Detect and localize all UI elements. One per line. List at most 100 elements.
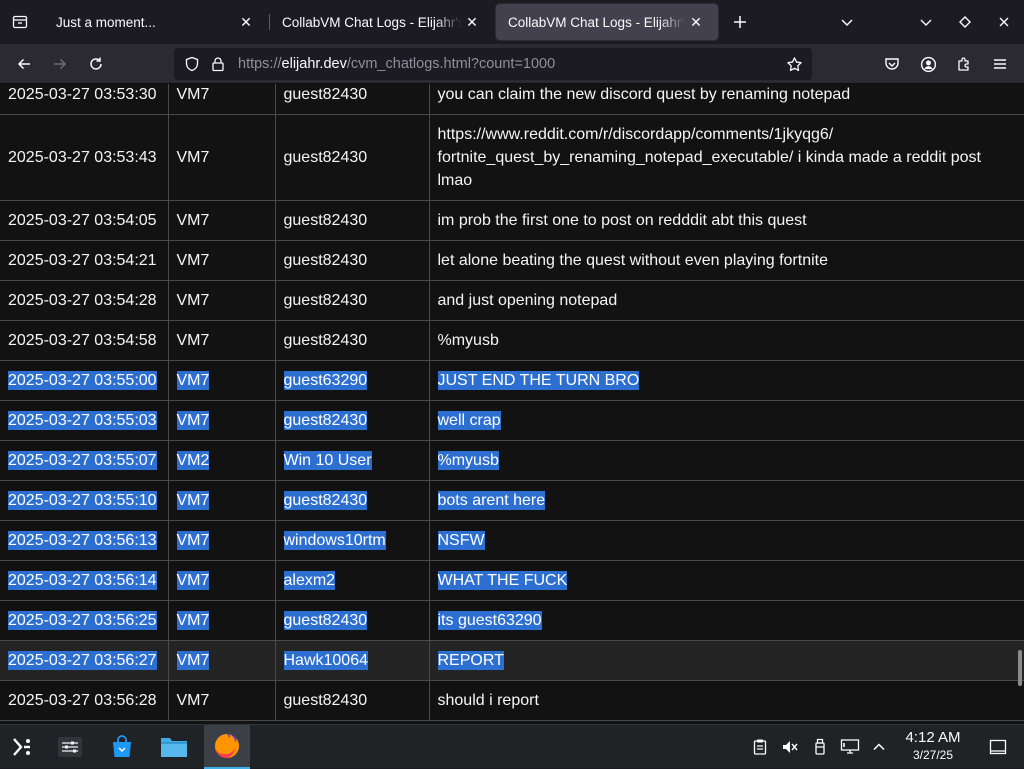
system-settings-task[interactable] [48,725,92,769]
log-timestamp-cell: 2025-03-27 03:56:13 [0,520,169,561]
chevron-up-icon[interactable] [869,737,889,757]
launcher-icon [13,738,30,756]
extensions-button[interactable] [948,48,980,80]
forward-button[interactable] [44,48,76,80]
log-username: guest82430 [283,491,368,510]
back-button[interactable] [8,48,40,80]
pocket-button[interactable] [876,48,908,80]
application-launcher[interactable] [0,725,44,769]
minimize-button[interactable] [908,4,944,40]
log-vm-cell: VM7 [167,360,276,401]
table-row: 2025-03-27 03:54:21 VM7 guest82430 let alon… [0,240,1024,281]
url-host: elijahr.dev [281,56,347,72]
log-vm: VM2 [176,451,210,470]
settings-sliders-icon [58,737,82,757]
arrow-left-icon [17,58,30,70]
table-row: 2025-03-27 03:55:10 VM7 guest82430 bots are… [0,480,1024,521]
log-timestamp: 2025-03-27 03:55:00 [8,371,157,390]
log-message-cell: you can claim the new discord quest by r… [428,84,1024,115]
tab-title: CollabVM Chat Logs - Elijahr's [282,14,462,30]
log-timestamp-cell: 2025-03-27 03:55:00 [0,360,169,401]
show-desktop-icon[interactable] [988,737,1008,757]
account-button[interactable] [912,48,944,80]
table-row: 2025-03-27 03:53:30 VM7 guest82430 you can … [0,84,1024,115]
chevron-down-icon [920,19,932,26]
log-timestamp: 2025-03-27 03:55:07 [8,451,157,470]
shopping-bag-icon [113,735,131,757]
close-icon[interactable]: ✕ [462,12,482,32]
digital-clock[interactable]: 4:12 AM 3/27/25 [896,729,970,763]
log-timestamp-cell: 2025-03-27 03:56:14 [0,560,169,601]
clipboard-icon[interactable] [750,737,770,757]
table-row: 2025-03-27 03:56:13 VM7 windows10rtm NSFW [0,520,1024,561]
log-vm-cell: VM7 [167,84,276,115]
log-message: REPORT [437,651,504,670]
list-all-tabs-button[interactable] [829,4,865,40]
log-vm-cell: VM7 [167,680,276,721]
log-timestamp-cell: 2025-03-27 03:55:07 [0,440,169,481]
log-vm: VM7 [176,371,210,390]
log-message-cell: let alone beating the quest without even… [428,240,1024,281]
close-icon[interactable]: ✕ [686,12,706,32]
scrollbar-thumb[interactable] [1018,650,1022,686]
log-username: guest63290 [283,371,368,390]
log-message-cell: bots arent here [428,480,1024,521]
bookmark-star-icon[interactable] [784,54,804,74]
log-vm: VM7 [176,651,210,670]
log-timestamp: 2025-03-27 03:53:30 [8,86,157,103]
log-message-line: https://www.reddit.com/r/discordapp/comm… [437,126,834,143]
close-icon[interactable]: ✕ [236,12,256,32]
account-icon [920,56,936,72]
log-vm-cell: VM7 [167,280,276,321]
url-text[interactable]: https://elijahr.dev/cvm_chatlogs.html?co… [238,48,555,80]
log-vm-cell: VM7 [167,400,276,441]
tab-collabvm-logs-2-active[interactable]: CollabVM Chat Logs - Elijahr's ✕ [496,4,718,40]
table-row: 2025-03-27 03:55:03 VM7 guest82430 well cra… [0,400,1024,441]
log-username-cell: guest82430 [274,114,430,201]
reload-button[interactable] [80,48,112,80]
log-message-cell: and just opening notepad [428,280,1024,321]
table-row: 2025-03-27 03:54:28 VM7 guest82430 and just… [0,280,1024,321]
log-timestamp: 2025-03-27 03:55:10 [8,491,157,510]
volume-muted-icon[interactable] [780,737,800,757]
arrow-right-icon [54,58,67,70]
table-row: 2025-03-27 03:56:28 VM7 guest82430 should i… [0,680,1024,721]
discover-task[interactable] [100,725,144,769]
page-content: 2025-03-27 03:53:30 VM7 guest82430 you can … [0,84,1024,724]
log-username: Hawk10064 [283,651,368,670]
folder-icon [161,738,187,757]
menu-button[interactable] [984,48,1016,80]
dolphin-task[interactable] [152,725,196,769]
pocket-icon [885,58,899,70]
maximize-button[interactable] [947,4,983,40]
log-timestamp: 2025-03-27 03:54:05 [8,212,157,229]
table-row: 2025-03-27 03:54:05 VM7 guest82430 im prob … [0,200,1024,241]
tab-just-a-moment[interactable]: Just a moment... ✕ [44,4,268,40]
shield-icon[interactable] [182,54,202,74]
log-timestamp: 2025-03-27 03:56:25 [8,611,157,630]
log-message-cell: NSFW [428,520,1024,561]
firefox-task[interactable] [204,725,250,769]
taskbar: 4:12 AM 3/27/25 [0,724,1024,769]
close-window-button[interactable] [986,4,1022,40]
log-vm: VM7 [176,149,210,166]
log-message: bots arent here [437,491,546,510]
log-vm: VM7 [176,252,210,269]
log-username-cell: Win 10 User [274,440,430,481]
tab-collabvm-logs-1[interactable]: CollabVM Chat Logs - Elijahr's ✕ [270,4,494,40]
new-tab-button[interactable] [722,4,758,40]
log-message-cell: %myusb [428,440,1024,481]
log-timestamp: 2025-03-27 03:56:28 [8,692,157,709]
lock-icon[interactable] [208,54,228,74]
navigation-toolbar: https://elijahr.dev/cvm_chatlogs.html?co… [0,44,1024,84]
log-vm-cell: VM2 [167,440,276,481]
log-timestamp: 2025-03-27 03:55:03 [8,411,157,430]
firefox-view-button[interactable] [0,0,40,44]
usb-drive-icon[interactable] [810,737,830,757]
log-timestamp: 2025-03-27 03:56:13 [8,531,157,550]
log-message: %myusb [437,332,499,349]
log-timestamp: 2025-03-27 03:56:14 [8,571,157,590]
network-wired-icon[interactable] [840,737,860,757]
log-message-cell: well crap [428,400,1024,441]
url-bar[interactable]: https://elijahr.dev/cvm_chatlogs.html?co… [174,48,812,80]
